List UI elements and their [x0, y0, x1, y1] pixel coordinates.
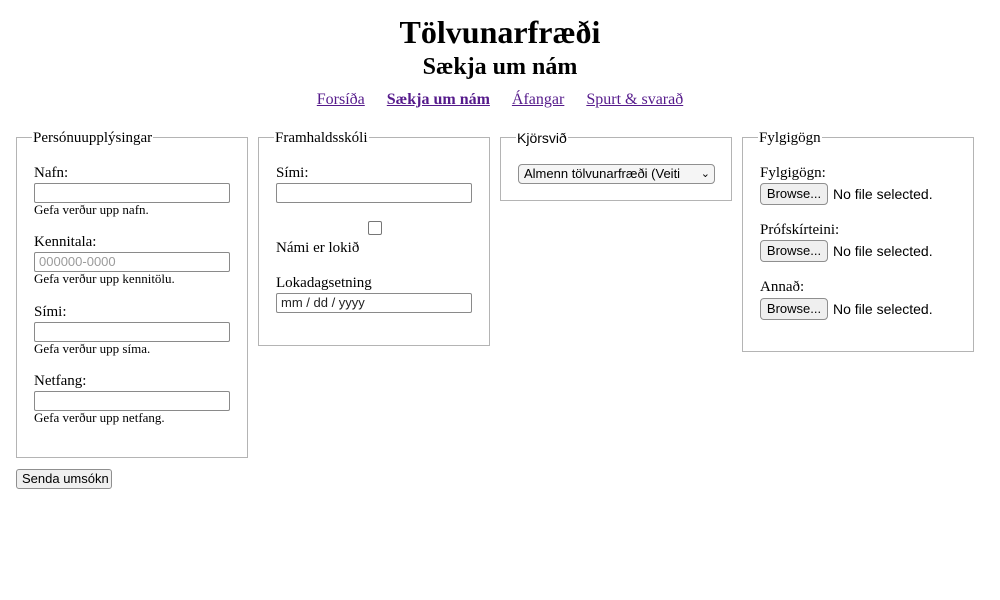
name-input[interactable]	[34, 183, 230, 203]
other-file-status: No file selected.	[833, 301, 933, 317]
nav-link-apply[interactable]: Sækja um nám	[387, 91, 490, 108]
browse-certificate-button[interactable]: Browse...	[760, 240, 828, 262]
school-phone-label: Sími:	[276, 165, 309, 181]
name-hint: Gefa verður upp nafn.	[34, 202, 149, 217]
nav-link-home[interactable]: Forsíða	[317, 91, 365, 108]
enddate-label: Lokadagsetning	[276, 275, 372, 291]
track-fieldset: Kjörsvið Almenn tölvunarfræði (Veiti ⌄	[500, 130, 732, 201]
finished-checkbox[interactable]	[368, 221, 382, 235]
kennitala-input[interactable]: 000000-0000	[34, 252, 230, 272]
file-status: No file selected.	[833, 186, 933, 202]
kennitala-label: Kennitala:	[34, 234, 97, 250]
finished-label: Námi er lokið	[276, 240, 360, 256]
track-select[interactable]: Almenn tölvunarfræði (Veiti ⌄	[518, 164, 715, 184]
personal-info-legend: Persónuupplýsingar	[32, 130, 154, 146]
main-nav: Forsíða Sækja um nám Áfangar Spurt & sva…	[0, 89, 1000, 111]
attachments-fieldset: Fylgigögn Fylgigögn: Browse... No file s…	[742, 130, 974, 352]
name-label: Nafn:	[34, 165, 69, 181]
other-label: Annað:	[760, 279, 805, 295]
school-phone-input[interactable]	[276, 183, 472, 203]
phone-label: Sími:	[34, 304, 67, 320]
nav-link-faq[interactable]: Spurt & svarað	[586, 91, 683, 108]
browse-button[interactable]: Browse...	[760, 183, 828, 205]
page-subtitle: Sækja um nám	[422, 54, 578, 80]
chevron-down-icon: ⌄	[700, 168, 710, 180]
certificate-file-status: No file selected.	[833, 243, 933, 259]
track-legend: Kjörsvið	[516, 130, 568, 146]
submit-button[interactable]: Senda umsókn	[16, 469, 112, 489]
attachments-legend: Fylgigögn	[758, 130, 822, 146]
personal-info-fieldset: Persónuupplýsingar Nafn: Gefa verður upp…	[16, 130, 248, 458]
email-label: Netfang:	[34, 373, 87, 389]
kennitala-hint: Gefa verður upp kennitölu.	[34, 271, 175, 286]
phone-hint: Gefa verður upp síma.	[34, 341, 151, 356]
enddate-input[interactable]: mm / dd / yyyy	[276, 293, 472, 313]
track-select-value: Almenn tölvunarfræði (Veiti	[524, 166, 681, 181]
school-fieldset: Framhaldsskóli Sími: Námi er lokið Lokad…	[258, 130, 490, 346]
page-title: Tölvunarfræði	[399, 14, 601, 50]
certificate-label: Prófskírteini:	[760, 222, 840, 238]
attachment-label: Fylgigögn:	[760, 165, 826, 181]
phone-input[interactable]	[34, 322, 230, 342]
browse-other-button[interactable]: Browse...	[760, 298, 828, 320]
school-legend: Framhaldsskóli	[274, 130, 369, 146]
email-hint: Gefa verður upp netfang.	[34, 410, 165, 425]
email-input[interactable]	[34, 391, 230, 411]
nav-link-courses[interactable]: Áfangar	[512, 91, 564, 108]
